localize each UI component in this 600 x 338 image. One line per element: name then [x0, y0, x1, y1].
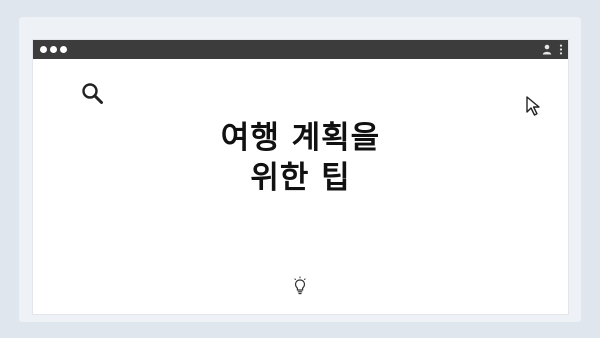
lightbulb-icon [294, 276, 306, 295]
kebab-menu-icon[interactable] [559, 44, 563, 55]
page-title: 여행 계획을 위한 팁 [33, 118, 568, 198]
cursor-icon [526, 96, 540, 116]
page-title-line-2: 위한 팁 [250, 160, 351, 196]
user-icon[interactable] [542, 44, 552, 55]
window-minimize-dot[interactable] [50, 46, 57, 53]
page-title-line-1: 여행 계획을 [220, 120, 381, 156]
search-icon[interactable] [80, 81, 106, 107]
browser-window: 여행 계획을 위한 팁 [33, 40, 568, 314]
window-close-dot[interactable] [40, 46, 47, 53]
window-titlebar [33, 40, 568, 59]
window-maximize-dot[interactable] [60, 46, 67, 53]
